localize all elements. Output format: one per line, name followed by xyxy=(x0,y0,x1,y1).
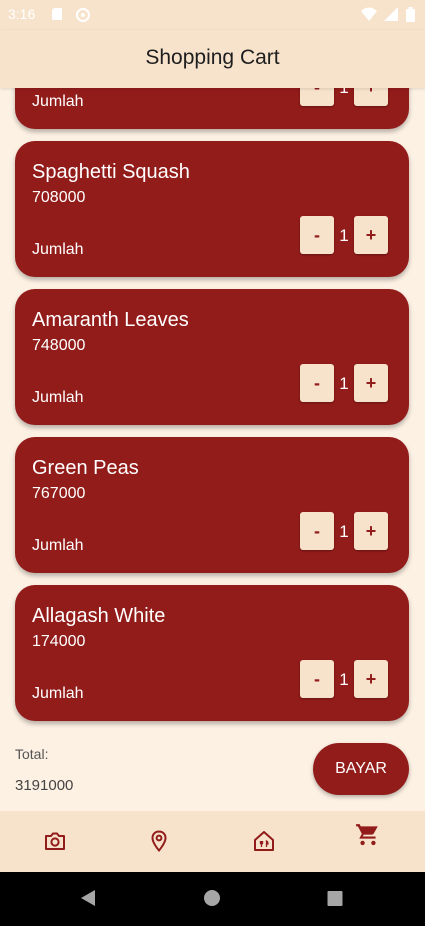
quantity-label: Jumlah xyxy=(32,93,84,110)
pay-button[interactable]: BAYAR xyxy=(313,743,409,795)
quantity-label: Jumlah xyxy=(32,537,84,554)
increase-quantity-button[interactable]: + xyxy=(354,88,388,106)
increase-quantity-button[interactable]: + xyxy=(354,364,388,402)
quantity-value: 1 xyxy=(339,670,349,689)
item-name: Amaranth Leaves xyxy=(32,309,189,331)
decrease-quantity-button[interactable]: - xyxy=(300,512,334,550)
sync-icon xyxy=(76,8,91,22)
cart-item-card: Allagash White 174000 Jumlah - 1 + xyxy=(15,585,409,721)
decrease-quantity-button[interactable]: - xyxy=(300,364,334,402)
item-price: 748000 xyxy=(32,337,86,354)
quantity-value: 1 xyxy=(339,374,349,393)
recents-icon[interactable] xyxy=(326,888,344,908)
battery-icon xyxy=(406,7,415,22)
restaurant-icon xyxy=(254,831,274,851)
quantity-label: Jumlah xyxy=(32,389,84,406)
decrease-quantity-button[interactable]: - xyxy=(300,88,334,106)
cart-item-card: Amaranth Leaves 748000 Jumlah - 1 + xyxy=(15,289,409,425)
quantity-value: 1 xyxy=(336,88,352,98)
total-label: Total: xyxy=(15,746,49,762)
page-title: Shopping Cart xyxy=(145,46,280,69)
app-bar: Shopping Cart xyxy=(0,30,425,88)
cart-list[interactable]: Jumlah - 1 + Spaghetti Squash 708000 Jum… xyxy=(0,88,425,728)
item-name: Spaghetti Squash xyxy=(32,161,190,183)
decrease-quantity-button[interactable]: - xyxy=(300,216,334,254)
sd-card-icon xyxy=(52,8,62,20)
quantity-value: 1 xyxy=(339,226,349,245)
increase-quantity-button[interactable]: + xyxy=(354,216,388,254)
system-navigation-bar xyxy=(0,872,425,926)
status-left-icons xyxy=(50,7,91,26)
wifi-icon xyxy=(360,7,377,21)
item-name: Allagash White xyxy=(32,605,166,627)
cart-item-card: Jumlah - 1 + xyxy=(15,88,409,129)
cart-item-card: Spaghetti Squash 708000 Jumlah - 1 + xyxy=(15,141,409,277)
status-right-icons xyxy=(360,7,415,26)
quantity-label: Jumlah xyxy=(32,241,84,258)
cart-item-card: Green Peas 767000 Jumlah - 1 + xyxy=(15,437,409,573)
status-bar: 3:16 xyxy=(0,0,425,30)
bottom-navigation xyxy=(0,811,425,872)
item-price: 767000 xyxy=(32,485,86,502)
home-icon[interactable] xyxy=(203,888,221,908)
increase-quantity-button[interactable]: + xyxy=(354,660,388,698)
nav-camera[interactable] xyxy=(35,821,75,861)
decrease-quantity-button[interactable]: - xyxy=(300,660,334,698)
nav-cart[interactable] xyxy=(348,815,388,855)
shopping-cart-icon xyxy=(356,824,378,846)
item-price: 708000 xyxy=(32,189,86,206)
quantity-value: 1 xyxy=(339,522,349,541)
location-pin-icon xyxy=(151,830,167,853)
item-price: 174000 xyxy=(32,633,86,650)
status-time: 3:16 xyxy=(8,6,36,22)
quantity-label: Jumlah xyxy=(32,685,84,702)
back-icon[interactable] xyxy=(79,888,97,908)
increase-quantity-button[interactable]: + xyxy=(354,512,388,550)
item-name: Green Peas xyxy=(32,457,139,479)
total-value: 3191000 xyxy=(15,777,74,794)
nav-restaurant[interactable] xyxy=(244,821,284,861)
nav-location[interactable] xyxy=(139,821,179,861)
signal-icon xyxy=(383,7,398,21)
camera-icon xyxy=(45,832,65,850)
